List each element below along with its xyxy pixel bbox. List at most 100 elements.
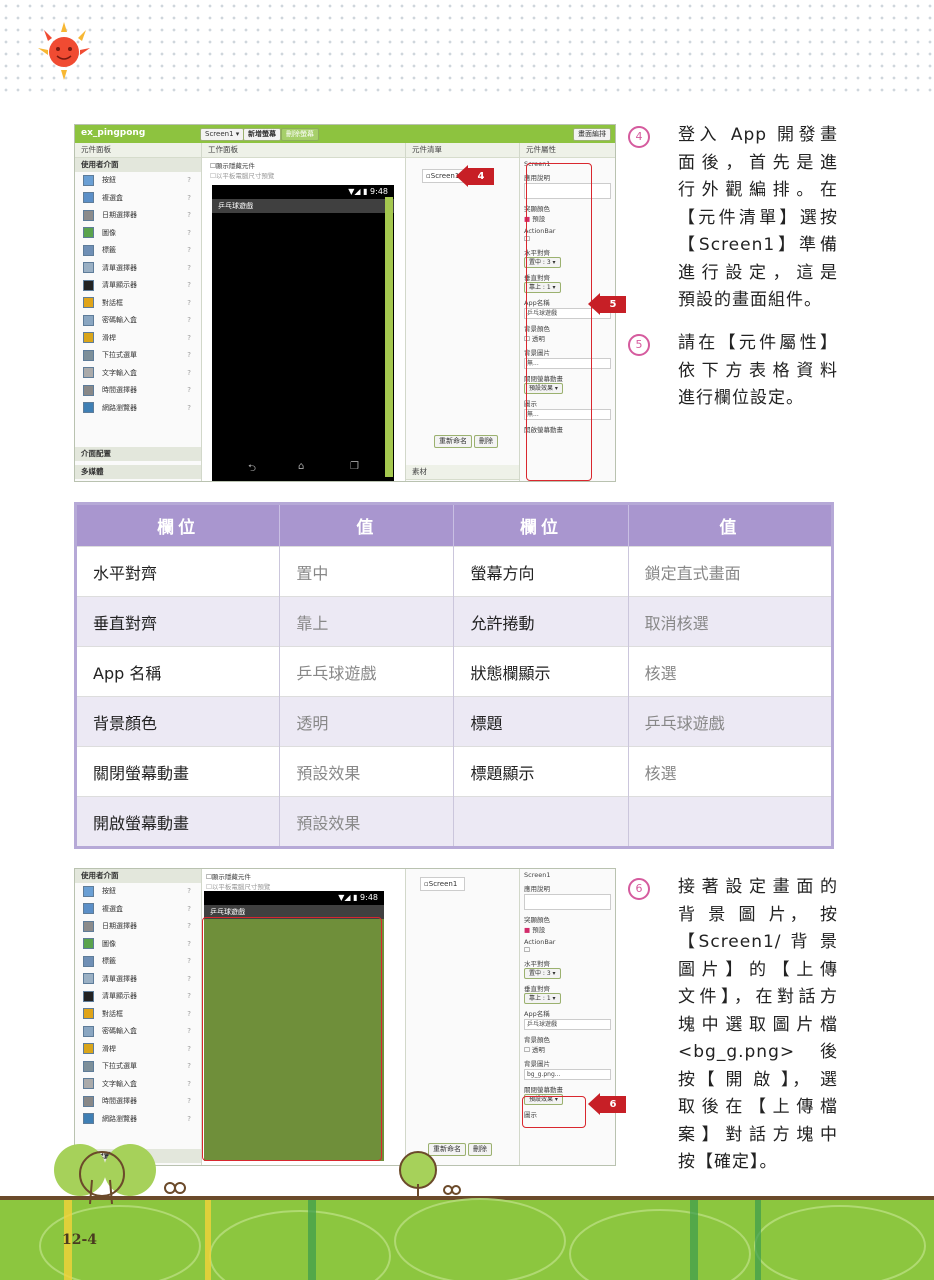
help-icon[interactable]: ? — [187, 1006, 191, 1024]
help-icon[interactable]: ? — [187, 330, 191, 348]
component-icon — [83, 279, 94, 291]
palette-item[interactable]: 時間選擇器? — [75, 382, 201, 400]
palette-item[interactable]: 滑桿? — [75, 330, 201, 348]
help-icon[interactable]: ? — [187, 260, 191, 278]
designer-blocks-switch[interactable]: 畫面編排 — [573, 128, 611, 141]
help-icon[interactable]: ? — [187, 883, 191, 901]
help-icon[interactable]: ? — [187, 207, 191, 225]
palette-item[interactable]: 密碼輸入盒? — [75, 1023, 201, 1041]
palette-item[interactable]: 下拉式選單? — [75, 347, 201, 365]
phone-status-bar: ▼◢ ▮ 9:48 — [204, 891, 384, 905]
viewer-scrollbar[interactable] — [385, 197, 393, 477]
palette-item[interactable]: 複選盒? — [75, 901, 201, 919]
help-icon[interactable]: ? — [187, 382, 191, 400]
help-icon[interactable]: ? — [187, 1058, 191, 1076]
help-icon[interactable]: ? — [187, 918, 191, 936]
palette-item[interactable]: 圖像? — [75, 936, 201, 954]
help-icon[interactable]: ? — [187, 295, 191, 313]
component-icon — [83, 367, 94, 378]
rename-button[interactable]: 重新命名 — [434, 435, 472, 448]
component-icon — [83, 332, 94, 343]
palette-item[interactable]: 網路瀏覽器? — [75, 400, 201, 418]
palette-item[interactable]: 網路瀏覽器? — [75, 1111, 201, 1129]
help-icon[interactable]: ? — [187, 347, 191, 365]
help-icon[interactable]: ? — [187, 242, 191, 260]
help-icon[interactable]: ? — [187, 312, 191, 330]
prop-bgcolor-value[interactable]: 透明 — [532, 1046, 545, 1054]
prop-alignh-label: 水平對齊 — [524, 960, 550, 968]
help-icon[interactable]: ? — [187, 172, 191, 190]
palette-item[interactable]: 清單選擇器? — [75, 260, 201, 278]
palette-item[interactable]: 滑桿? — [75, 1041, 201, 1059]
help-icon[interactable]: ? — [187, 277, 191, 295]
help-icon[interactable]: ? — [187, 1076, 191, 1094]
palette-item[interactable]: 下拉式選單? — [75, 1058, 201, 1076]
field-cell: 狀態欄顯示 — [453, 646, 629, 697]
help-icon[interactable]: ? — [187, 1093, 191, 1111]
palette-item-label: 時間選擇器 — [102, 1097, 137, 1105]
palette-item[interactable]: 按鈕? — [75, 172, 201, 190]
layout-section-header[interactable]: 介面配置 — [75, 447, 201, 461]
project-name: ex_pingpong — [81, 128, 146, 138]
properties-highlight-box — [526, 163, 592, 481]
component-icon — [83, 262, 94, 273]
actionbar-checkbox[interactable]: ☐ — [524, 946, 530, 954]
palette-item[interactable]: 對話框? — [75, 295, 201, 313]
palette-item-label: 網路瀏覽器 — [102, 403, 137, 412]
tablet-preview-checkbox[interactable]: ☐以平板電腦尺寸預覽 — [206, 881, 401, 891]
help-icon[interactable]: ? — [187, 225, 191, 243]
step-text-line: 進行欄位設定。 — [678, 388, 804, 408]
prop-screen-name: Screen1 — [524, 871, 551, 879]
palette-item[interactable]: 按鈕? — [75, 883, 201, 901]
palette-item[interactable]: 清單顯示器? — [75, 988, 201, 1006]
palette-item[interactable]: 文字輸入盒? — [75, 1076, 201, 1094]
palette-item[interactable]: 密碼輸入盒? — [75, 312, 201, 330]
help-icon[interactable]: ? — [187, 190, 191, 208]
palette-item[interactable]: 圖像? — [75, 225, 201, 243]
palette-item[interactable]: 對話框? — [75, 1006, 201, 1024]
table-row: 背景顏色 透明 標題 乒乓球遊戲 — [75, 696, 834, 747]
prop-alignh-select[interactable]: 置中 : 3 ▾ — [524, 968, 561, 979]
palette-item[interactable]: 時間選擇器? — [75, 1093, 201, 1111]
prop-about-input[interactable] — [524, 894, 611, 910]
media-section-header[interactable]: 多媒體 — [75, 465, 201, 479]
component-icon — [83, 209, 94, 221]
component-icon — [83, 297, 94, 308]
show-hidden-checkbox[interactable]: ☐顯示隱藏元件 — [210, 160, 401, 170]
palette-item[interactable]: 清單顯示器? — [75, 277, 201, 295]
screen-select[interactable]: Screen1 ▾ — [200, 128, 245, 141]
palette-item[interactable]: 複選盒? — [75, 190, 201, 208]
prop-accent-value[interactable]: 預設 — [532, 926, 545, 934]
component-screen1[interactable]: ▫Screen1 — [420, 877, 465, 891]
help-icon[interactable]: ? — [187, 1111, 191, 1129]
help-icon[interactable]: ? — [187, 953, 191, 971]
palette-item[interactable]: 日期選擇器? — [75, 918, 201, 936]
palette-item[interactable]: 標籤? — [75, 953, 201, 971]
prop-appname-input[interactable]: 乒乓球遊戲 — [524, 1019, 611, 1030]
add-screen-button[interactable]: 新增螢幕 — [243, 128, 281, 141]
prop-alignv-select[interactable]: 靠上 : 1 ▾ — [524, 993, 561, 1004]
show-hidden-checkbox[interactable]: ☐顯示隱藏元件 — [206, 871, 401, 881]
help-icon[interactable]: ? — [187, 1023, 191, 1041]
help-icon[interactable]: ? — [187, 1041, 191, 1059]
help-icon[interactable]: ? — [187, 365, 191, 383]
viewer-title: 工作面板 — [202, 143, 405, 158]
field-cell: 背景顏色 — [75, 696, 281, 747]
remove-screen-button[interactable]: 刪除螢幕 — [281, 128, 319, 141]
help-icon[interactable]: ? — [187, 936, 191, 954]
delete-button[interactable]: 刪除 — [468, 1143, 492, 1156]
palette-item[interactable]: 清單選擇器? — [75, 971, 201, 989]
delete-button[interactable]: 刪除 — [474, 435, 498, 448]
help-icon[interactable]: ? — [187, 971, 191, 989]
help-icon[interactable]: ? — [187, 988, 191, 1006]
component-icon — [83, 990, 94, 1002]
palette-item[interactable]: 文字輸入盒? — [75, 365, 201, 383]
prop-bgimage-input[interactable]: bg_g.png... — [524, 1069, 611, 1080]
palette-item[interactable]: 日期選擇器? — [75, 207, 201, 225]
help-icon[interactable]: ? — [187, 400, 191, 418]
palette-item[interactable]: 標籤? — [75, 242, 201, 260]
help-icon[interactable]: ? — [187, 901, 191, 919]
ui-section-header[interactable]: 使用者介面 — [75, 869, 201, 883]
tablet-preview-checkbox[interactable]: ☐以平板電腦尺寸預覽 — [210, 170, 401, 180]
ui-section-header[interactable]: 使用者介面 — [75, 158, 201, 172]
